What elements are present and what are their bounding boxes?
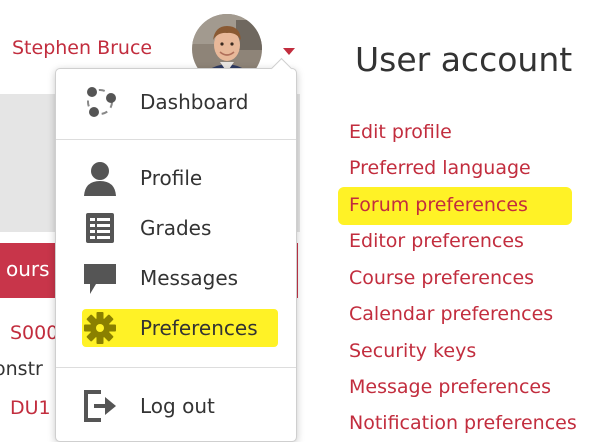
- menu-item-dashboard[interactable]: Dashboard: [56, 81, 296, 123]
- menu-item-preferences[interactable]: Preferences: [56, 307, 296, 349]
- user-name[interactable]: Stephen Bruce: [12, 37, 152, 59]
- background-course-tab-label: ours: [6, 257, 50, 281]
- menu-item-label: Grades: [140, 216, 212, 240]
- menu-item-messages[interactable]: Messages: [56, 257, 296, 299]
- menu-item-profile[interactable]: Profile: [56, 157, 296, 199]
- editor-preferences-link[interactable]: Editor preferences: [349, 230, 524, 252]
- user-icon: [81, 160, 119, 196]
- security-keys-link[interactable]: Security keys: [349, 340, 476, 362]
- user-menu-dropdown: Dashboard Profile Grades Messages Prefer…: [55, 57, 297, 442]
- menu-divider: [56, 139, 296, 140]
- menu-item-label: Dashboard: [140, 90, 249, 114]
- dropdown-pointer: [270, 57, 293, 80]
- dashboard-icon: [81, 84, 119, 120]
- message-preferences-link[interactable]: Message preferences: [349, 376, 551, 398]
- logout-icon: [81, 388, 119, 424]
- menu-divider: [56, 367, 296, 368]
- menu-item-logout[interactable]: Log out: [56, 385, 296, 427]
- menu-item-label: Preferences: [140, 316, 258, 340]
- menu-item-label: Messages: [140, 266, 239, 290]
- preferred-language-link[interactable]: Preferred language: [349, 157, 531, 179]
- message-icon: [81, 260, 119, 296]
- gear-icon: [81, 310, 119, 346]
- course-preferences-link[interactable]: Course preferences: [349, 267, 534, 289]
- page-title: User account: [355, 40, 573, 79]
- menu-item-grades[interactable]: Grades: [56, 207, 296, 249]
- menu-item-label: Profile: [140, 166, 203, 190]
- background-course-link[interactable]: DU1: [10, 397, 51, 419]
- chevron-down-icon[interactable]: [283, 48, 295, 55]
- forum-preferences-link[interactable]: Forum preferences: [349, 194, 528, 216]
- calendar-preferences-link[interactable]: Calendar preferences: [349, 303, 553, 325]
- background-course-text: onstr: [0, 358, 43, 380]
- background-course-link[interactable]: S000: [10, 322, 58, 344]
- notification-preferences-link[interactable]: Notification preferences: [349, 412, 577, 434]
- grades-icon: [81, 210, 119, 246]
- menu-item-label: Log out: [140, 394, 215, 418]
- edit-profile-link[interactable]: Edit profile: [349, 121, 452, 143]
